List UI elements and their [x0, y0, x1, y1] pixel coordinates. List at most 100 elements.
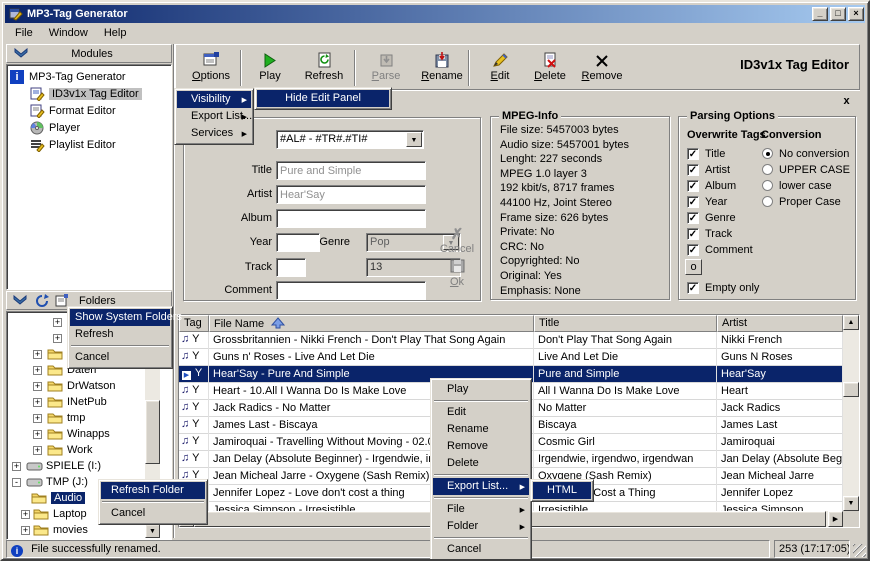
scroll-down-arrow[interactable]: ▼	[843, 496, 859, 511]
module-label: ID3v1x Tag Editor	[49, 87, 142, 100]
play-button[interactable]: Play	[244, 48, 296, 88]
menu-item-hide-edit-panel[interactable]: Hide Edit Panel	[257, 90, 389, 107]
checkbox-year[interactable]: ✓ Year	[687, 195, 727, 208]
artist-field[interactable]	[276, 185, 426, 204]
ok-button[interactable]: Ok	[437, 259, 477, 288]
module-item-player[interactable]: Player	[10, 119, 171, 136]
table-vscrollbar[interactable]	[843, 315, 859, 511]
table-row[interactable]: ♫ Y Grossbritannien - Nikki French - Don'…	[179, 332, 843, 349]
menu-item-file[interactable]: File ▶	[433, 501, 529, 518]
parse-button[interactable]: Parse	[360, 48, 412, 88]
menu-item-show-system-folders[interactable]: Show System Folders	[70, 309, 182, 326]
menu-item-services[interactable]: Services ▶	[177, 125, 251, 142]
title-cell: All I Wanna Do Is Make Love	[534, 383, 717, 400]
menu-item-remove[interactable]: Remove	[433, 438, 529, 455]
menu-item-rename[interactable]: Rename	[433, 421, 529, 438]
folder-label: Laptop	[53, 508, 87, 520]
title-field[interactable]	[276, 161, 426, 180]
menu-item-cancel[interactable]: Cancel	[101, 505, 205, 522]
track-field[interactable]	[276, 258, 306, 277]
mpeg-info-line: Private: No	[500, 226, 555, 239]
o-button[interactable]: o	[685, 259, 702, 275]
radio-icon	[762, 196, 773, 207]
menu-item-play[interactable]: Play	[433, 381, 529, 398]
radio-lower-case[interactable]: lower case	[762, 179, 832, 192]
radio-proper-case[interactable]: Proper Case	[762, 195, 841, 208]
menu-item-folder[interactable]: Folder ▶	[433, 518, 529, 535]
module-item-format-editor[interactable]: Format Editor	[10, 102, 171, 119]
scroll-down-arrow[interactable]: ▼	[145, 524, 160, 538]
folder-icon	[47, 429, 63, 440]
checkbox-comment[interactable]: ✓ Comment	[687, 243, 753, 256]
checkbox-track[interactable]: ✓ Track	[687, 227, 732, 240]
options-button[interactable]: Options	[185, 48, 237, 88]
menu-item-visibility[interactable]: Visibility ▶	[177, 91, 251, 108]
radio-icon	[762, 164, 773, 175]
menu-item-cancel[interactable]: Cancel	[70, 349, 170, 366]
scrollbar-thumb[interactable]	[145, 400, 160, 464]
menu-window[interactable]: Window	[42, 25, 95, 41]
resize-grip[interactable]	[853, 544, 866, 557]
menu-item-html[interactable]: HTML	[533, 482, 591, 499]
mpeg-info-line: Copyrighted: No	[500, 255, 580, 268]
module-item-playlist-editor[interactable]: Playlist Editor	[10, 136, 171, 153]
remove-button[interactable]: Remove	[576, 48, 628, 88]
mpeg-info-title: MPEG-Info	[499, 110, 562, 122]
menu-item-export-list[interactable]: Export List... ▶	[433, 478, 529, 495]
edit-button[interactable]: Edit	[474, 48, 526, 88]
menu-file[interactable]: File	[8, 25, 40, 41]
close-button[interactable]: ×	[848, 7, 864, 21]
minimize-button[interactable]: _	[812, 7, 828, 21]
menu-item-delete[interactable]: Delete	[433, 455, 529, 472]
submenu-arrow-icon: ▶	[519, 484, 525, 491]
cancel-button[interactable]: ✗ Cancel	[437, 225, 477, 255]
scrollbar-thumb[interactable]	[843, 382, 859, 397]
folder-icon	[33, 509, 49, 520]
edit-panel-close-icon[interactable]: x	[839, 95, 854, 109]
mpeg-info-line: Emphasis: None	[500, 284, 581, 297]
folders-header-menu: Show System Folders Refresh Cancel	[67, 306, 182, 369]
refresh-button[interactable]: Refresh	[298, 48, 350, 88]
folder-icon	[31, 493, 47, 504]
checkbox-genre[interactable]: ✓ Genre	[687, 211, 736, 224]
module-item-id3-editor[interactable]: ID3v1x Tag Editor	[10, 85, 171, 102]
scroll-right-arrow[interactable]: ▶	[828, 511, 843, 527]
column-header-filename[interactable]: File Name	[209, 315, 534, 332]
rename-button[interactable]: Rename	[416, 48, 468, 88]
delete-button[interactable]: Delete	[524, 48, 576, 88]
refresh-folders-icon[interactable]	[35, 294, 49, 307]
radio-upper-case[interactable]: UPPER CASE	[762, 163, 850, 176]
menu-item-refresh-folder[interactable]: Refresh Folder	[101, 482, 205, 499]
module-item-root[interactable]: i MP3-Tag Generator	[10, 68, 171, 85]
checkbox-title[interactable]: ✓ Title	[687, 147, 725, 160]
column-header-artist[interactable]: Artist	[717, 315, 843, 332]
menu-help[interactable]: Help	[97, 25, 134, 41]
scroll-up-arrow[interactable]: ▲	[843, 315, 859, 330]
album-field[interactable]	[276, 209, 426, 228]
music-note-icon: ♫	[181, 452, 190, 464]
format-combo[interactable]: #AL# - #TR#.#TI# ▼	[276, 130, 424, 149]
checkbox-empty-only[interactable]: ✓ Empty only	[687, 281, 759, 294]
folder-context-menu: Refresh Folder Cancel	[98, 479, 208, 525]
toolbar-separator	[354, 50, 356, 86]
comment-field[interactable]	[276, 281, 426, 300]
modules-header[interactable]: Modules	[6, 44, 172, 63]
menu-item-edit[interactable]: Edit	[433, 404, 529, 421]
menu-separator	[71, 345, 169, 347]
title-bar[interactable]: MP3-Tag Generator _ □ ×	[5, 5, 865, 23]
menu-item-cancel[interactable]: Cancel	[433, 541, 529, 558]
menu-item-export-list[interactable]: Export List... ▶	[177, 108, 252, 125]
table-row[interactable]: ♫ Y Guns n' Roses - Live And Let Die Live …	[179, 349, 843, 366]
checkbox-album[interactable]: ✓ Album	[687, 179, 736, 192]
radio-no-conversion[interactable]: No conversion	[762, 147, 849, 160]
column-header-tag[interactable]: Tag	[179, 315, 209, 332]
maximize-button[interactable]: □	[830, 7, 846, 21]
checkbox-artist[interactable]: ✓ Artist	[687, 163, 730, 176]
comment-label: Comment	[224, 284, 272, 296]
radio-icon	[762, 148, 773, 159]
menu-item-refresh[interactable]: Refresh	[70, 326, 170, 343]
chevron-down-icon[interactable]: ▼	[406, 132, 422, 147]
conversion-header: Conversion	[761, 129, 822, 141]
column-header-title[interactable]: Title	[534, 315, 717, 332]
delete-icon	[524, 48, 576, 68]
